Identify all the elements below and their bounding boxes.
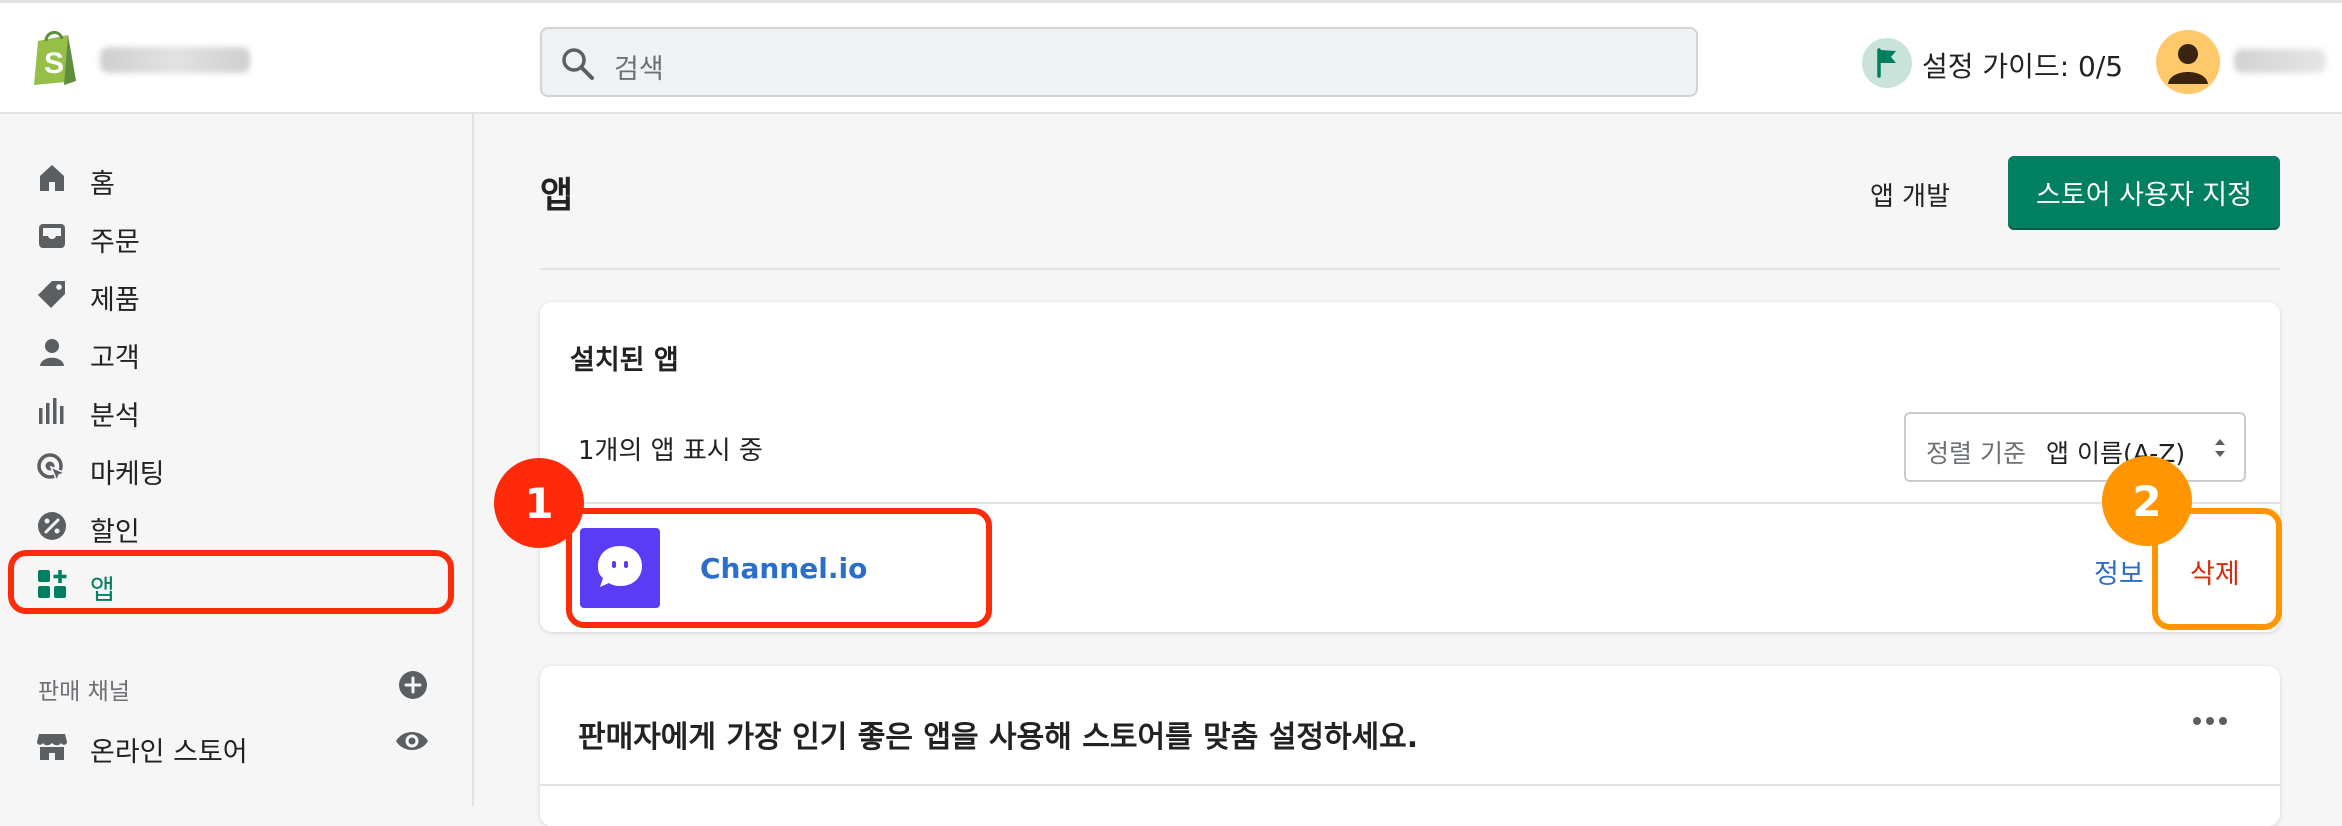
sidebar-item-label: 고객 — [90, 343, 140, 374]
row-divider — [540, 502, 2280, 504]
svg-text:S: S — [44, 47, 64, 80]
sidebar-item-label: 온라인 스토어 — [90, 737, 248, 768]
home-icon — [40, 165, 64, 191]
eye-icon[interactable] — [394, 726, 430, 756]
setup-guide-flag-icon[interactable] — [1862, 38, 1912, 88]
bar-chart-icon — [39, 398, 64, 424]
annotation-step-2-badge: 2 — [2102, 456, 2192, 546]
sidebar-item-label: 마케팅 — [90, 459, 165, 490]
sort-select[interactable]: 정렬 기준 앱 이름(A-Z) — [1904, 412, 2246, 482]
target-icon — [37, 453, 68, 484]
apps-count-text: 1개의 앱 표시 중 — [578, 436, 763, 466]
setup-guide-text[interactable]: 설정 가이드: 0/5 — [1922, 45, 2123, 85]
sidebar-item-discounts[interactable]: 할인 — [36, 500, 456, 550]
recommended-apps-card: 판매자에게 가장 인기 좋은 앱을 사용해 스토어를 맞춤 설정하세요. — [540, 666, 2280, 826]
card-divider — [540, 784, 2280, 786]
sidebar-item-customers[interactable]: 고객 — [36, 326, 456, 376]
sidebar-item-label: 홈 — [90, 169, 115, 200]
sidebar-item-home[interactable]: 홈 — [36, 152, 456, 202]
person-icon — [40, 339, 64, 366]
sidebar-item-analytics[interactable]: 분석 — [36, 384, 456, 434]
sidebar-item-online-store[interactable]: 온라인 스토어 — [36, 720, 456, 770]
sidebar-item-orders[interactable]: 주문 — [36, 210, 456, 260]
select-arrows-icon — [2215, 439, 2225, 457]
customize-store-button[interactable]: 스토어 사용자 지정 — [2008, 156, 2280, 228]
search-placeholder: 검색 — [614, 54, 664, 85]
top-bar: S 검색 설정 가이드: 0/5 — [0, 0, 2342, 114]
installed-apps-title: 설치된 앱 — [570, 345, 679, 376]
sales-channels-title: 판매 채널 — [38, 679, 130, 705]
user-name-blurred[interactable] — [2234, 49, 2326, 73]
inbox-icon — [39, 224, 65, 248]
shopify-logo-icon[interactable]: S — [30, 29, 80, 87]
sidebar-item-products[interactable]: 제품 — [36, 268, 456, 318]
annotation-highlight-apps-nav — [8, 550, 454, 614]
annotation-highlight-app-row — [566, 508, 992, 628]
add-circle-icon[interactable] — [398, 670, 428, 700]
page-title: 앱 — [540, 175, 574, 216]
sidebar-item-label: 제품 — [90, 285, 140, 316]
sidebar-item-label: 분석 — [90, 401, 140, 432]
store-icon — [37, 734, 67, 760]
user-avatar[interactable] — [2156, 30, 2220, 94]
annotation-step-1-badge: 1 — [494, 458, 584, 548]
promo-text: 판매자에게 가장 인기 좋은 앱을 사용해 스토어를 맞춤 설정하세요. — [578, 720, 1419, 755]
sidebar-item-label: 할인 — [90, 517, 140, 548]
tag-icon — [38, 281, 65, 308]
more-horizontal-icon[interactable] — [2190, 714, 2230, 728]
app-info-link[interactable]: 정보 — [2094, 552, 2144, 591]
sidebar: 홈 주문 제품 고객 분석 마케팅 할인 앱 판매 채널 온라인 스토어 — [0, 114, 474, 806]
search-bar[interactable]: 검색 — [540, 27, 1698, 97]
sidebar-item-label: 주문 — [90, 227, 140, 258]
store-name-blurred[interactable] — [100, 47, 250, 73]
sidebar-item-marketing[interactable]: 마케팅 — [36, 442, 456, 492]
develop-apps-link[interactable]: 앱 개발 — [1870, 176, 1950, 213]
discount-icon — [38, 512, 66, 540]
search-icon — [562, 48, 594, 80]
header-divider — [540, 268, 2280, 270]
sort-label: 정렬 기준 — [1926, 439, 2026, 468]
